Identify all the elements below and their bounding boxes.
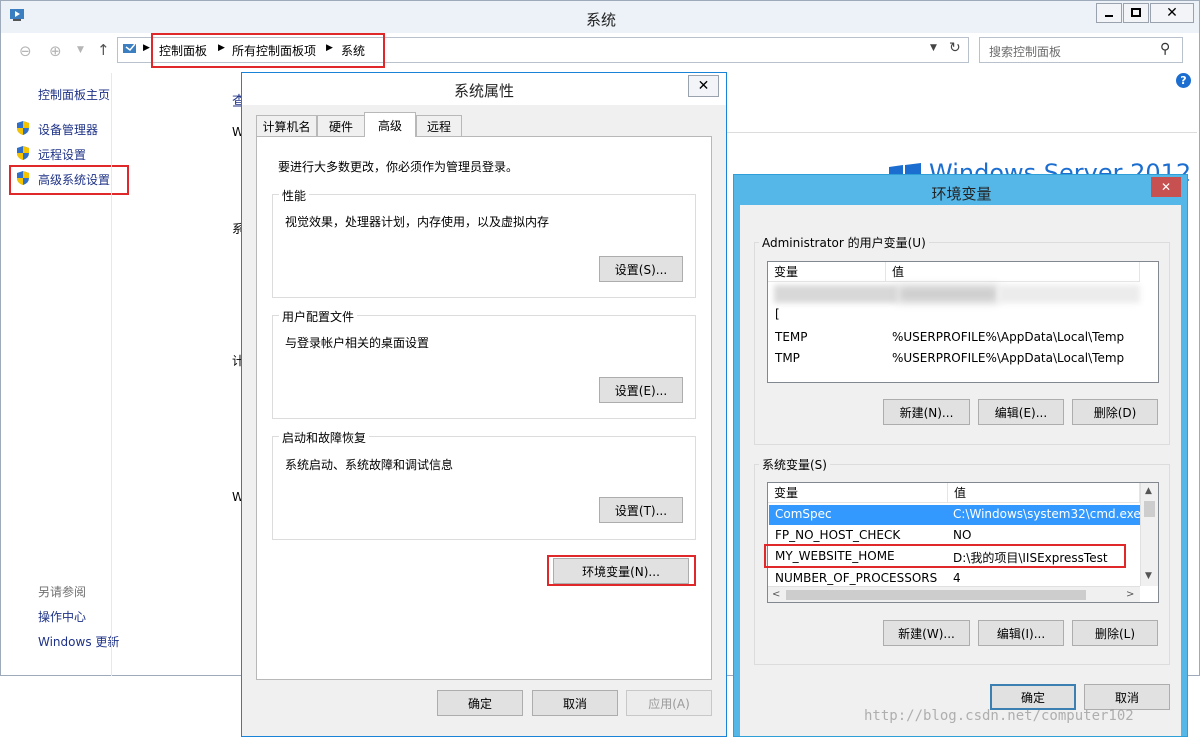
performance-group	[272, 194, 696, 298]
sys-var-value[interactable]: 4	[953, 571, 961, 585]
apply-button[interactable]: 应用(A)	[626, 690, 712, 716]
env-dialog-close-button[interactable]: ✕	[1151, 177, 1181, 197]
dialog-title-bar: 系统属性 ✕	[242, 73, 726, 105]
blurred-cell	[774, 285, 898, 303]
watermark: http://blog.csdn.net/computer102	[864, 708, 1134, 724]
sys-var-name[interactable]: FP_NO_HOST_CHECK	[775, 528, 900, 542]
column-header-value[interactable]: 值	[948, 483, 1140, 503]
system-delete-button[interactable]: 删除(L)	[1072, 620, 1158, 646]
scroll-left-icon[interactable]: <	[772, 589, 780, 600]
user-profiles-settings-button[interactable]: 设置(E)...	[599, 377, 683, 403]
sys-var-value[interactable]: NO	[953, 528, 971, 542]
recent-dropdown-icon[interactable]: ▼	[77, 45, 84, 55]
chevron-right-icon[interactable]: ▶	[143, 43, 150, 53]
up-icon[interactable]: ↑	[97, 41, 110, 59]
maximize-button[interactable]	[1123, 3, 1149, 23]
vertical-scrollbar[interactable]: ▲ ▼	[1140, 483, 1158, 586]
sidebar-home-link[interactable]: 控制面板主页	[38, 86, 110, 103]
sidebar-item-label: 远程设置	[38, 148, 87, 162]
ok-button[interactable]: 确定	[437, 690, 523, 716]
my-website-home-highlight	[764, 544, 1126, 568]
see-also-action-center[interactable]: 操作中心	[38, 608, 86, 625]
user-profiles-group	[272, 315, 696, 419]
dialog-title: 系统属性	[453, 82, 514, 100]
scroll-down-icon[interactable]: ▼	[1145, 571, 1152, 581]
refresh-icon[interactable]: ↻	[949, 40, 961, 56]
tab-advanced[interactable]: 高级	[364, 112, 416, 137]
search-icon[interactable]: ⚲	[1160, 41, 1170, 57]
admin-note: 要进行大多数更改，你必须作为管理员登录。	[278, 160, 519, 174]
sys-var-value[interactable]: C:\Windows\system32\cmd.exe	[953, 507, 1141, 521]
system-edit-button[interactable]: 编辑(I)...	[978, 620, 1064, 646]
user-var-name[interactable]: [	[775, 307, 780, 321]
column-header-variable[interactable]: 变量	[768, 262, 886, 282]
forward-icon[interactable]: ⊕	[49, 42, 62, 60]
minimize-icon	[1105, 15, 1113, 17]
maximize-icon	[1131, 8, 1141, 17]
system-variables-list[interactable]: 变量 值 ComSpec C:\Windows\system32\cmd.exe…	[767, 482, 1159, 603]
scrollbar-thumb[interactable]	[786, 590, 1086, 600]
performance-desc: 视觉效果，处理器计划，内存使用，以及虚拟内存	[285, 215, 550, 229]
close-icon: ✕	[1160, 180, 1172, 194]
horizontal-scrollbar[interactable]: < >	[768, 586, 1140, 602]
env-cancel-button[interactable]: 取消	[1084, 684, 1170, 710]
env-dialog-title: 环境变量	[931, 185, 992, 203]
scrollbar-thumb[interactable]	[1144, 501, 1155, 517]
blurred-cell	[998, 285, 1140, 303]
scroll-right-icon[interactable]: >	[1126, 589, 1134, 600]
window-title: 系统	[585, 11, 616, 29]
see-also-heading: 另请参阅	[38, 585, 87, 599]
content-divider	[727, 132, 1197, 133]
close-icon: ✕	[697, 78, 710, 94]
blurred-cell	[898, 285, 998, 303]
user-var-value[interactable]: %USERPROFILE%\AppData\Local\Temp	[892, 330, 1124, 344]
address-dropdown-icon[interactable]: ▼	[930, 43, 937, 53]
user-var-value[interactable]: %USERPROFILE%\AppData\Local\Temp	[892, 351, 1124, 365]
search-placeholder: 搜索控制面板	[989, 45, 1062, 59]
sidebar-divider	[111, 73, 112, 676]
system-variables-title: 系统变量(S)	[759, 456, 830, 473]
user-edit-button[interactable]: 编辑(E)...	[978, 399, 1064, 425]
system-new-button[interactable]: 新建(W)...	[883, 620, 970, 646]
back-icon[interactable]: ⊖	[19, 42, 32, 60]
shield-icon	[15, 120, 31, 139]
minimize-button[interactable]	[1096, 3, 1122, 23]
help-icon[interactable]: ?	[1176, 73, 1191, 88]
user-variables-title: Administrator 的用户变量(U)	[759, 234, 929, 251]
user-variables-list[interactable]: 变量 值 [ TEMP %USERPROFILE%\AppData\Local\…	[767, 261, 1159, 383]
cancel-button[interactable]: 取消	[532, 690, 618, 716]
dialog-close-button[interactable]: ✕	[688, 75, 719, 97]
shield-icon	[15, 145, 31, 164]
close-button[interactable]: ✕	[1150, 3, 1194, 23]
title-bar: 系统 ✕	[1, 1, 1199, 33]
startup-recovery-settings-button[interactable]: 设置(T)...	[599, 497, 683, 523]
scroll-up-icon[interactable]: ▲	[1145, 486, 1152, 496]
env-ok-button[interactable]: 确定	[990, 684, 1076, 710]
address-highlight	[151, 33, 385, 68]
startup-recovery-group-title: 启动和故障恢复	[279, 429, 370, 446]
tab-remote[interactable]: 远程	[416, 115, 462, 136]
performance-settings-button[interactable]: 设置(S)...	[599, 256, 683, 282]
startup-recovery-group	[272, 436, 696, 540]
user-profiles-group-title: 用户配置文件	[279, 308, 358, 325]
search-input[interactable]: 搜索控制面板 ⚲	[979, 37, 1183, 63]
sys-var-name[interactable]: ComSpec	[775, 507, 832, 521]
see-also-windows-update[interactable]: Windows 更新	[38, 633, 119, 650]
column-header-variable[interactable]: 变量	[768, 483, 948, 503]
performance-group-title: 性能	[279, 187, 310, 204]
user-var-name[interactable]: TMP	[775, 351, 800, 365]
user-delete-button[interactable]: 删除(D)	[1072, 399, 1158, 425]
close-icon: ✕	[1166, 5, 1178, 21]
tab-computer-name[interactable]: 计算机名	[256, 115, 317, 136]
user-profiles-desc: 与登录帐户相关的桌面设置	[285, 336, 430, 350]
column-header-value[interactable]: 值	[886, 262, 1140, 282]
startup-recovery-desc: 系统启动、系统故障和调试信息	[285, 458, 454, 472]
user-new-button[interactable]: 新建(N)...	[883, 399, 970, 425]
sys-var-name[interactable]: NUMBER_OF_PROCESSORS	[775, 571, 937, 585]
env-button-highlight	[547, 555, 696, 586]
sidebar-item-label: 设备管理器	[38, 123, 99, 137]
control-panel-icon	[122, 41, 138, 60]
tab-hardware[interactable]: 硬件	[317, 115, 365, 136]
user-var-name[interactable]: TEMP	[775, 330, 808, 344]
